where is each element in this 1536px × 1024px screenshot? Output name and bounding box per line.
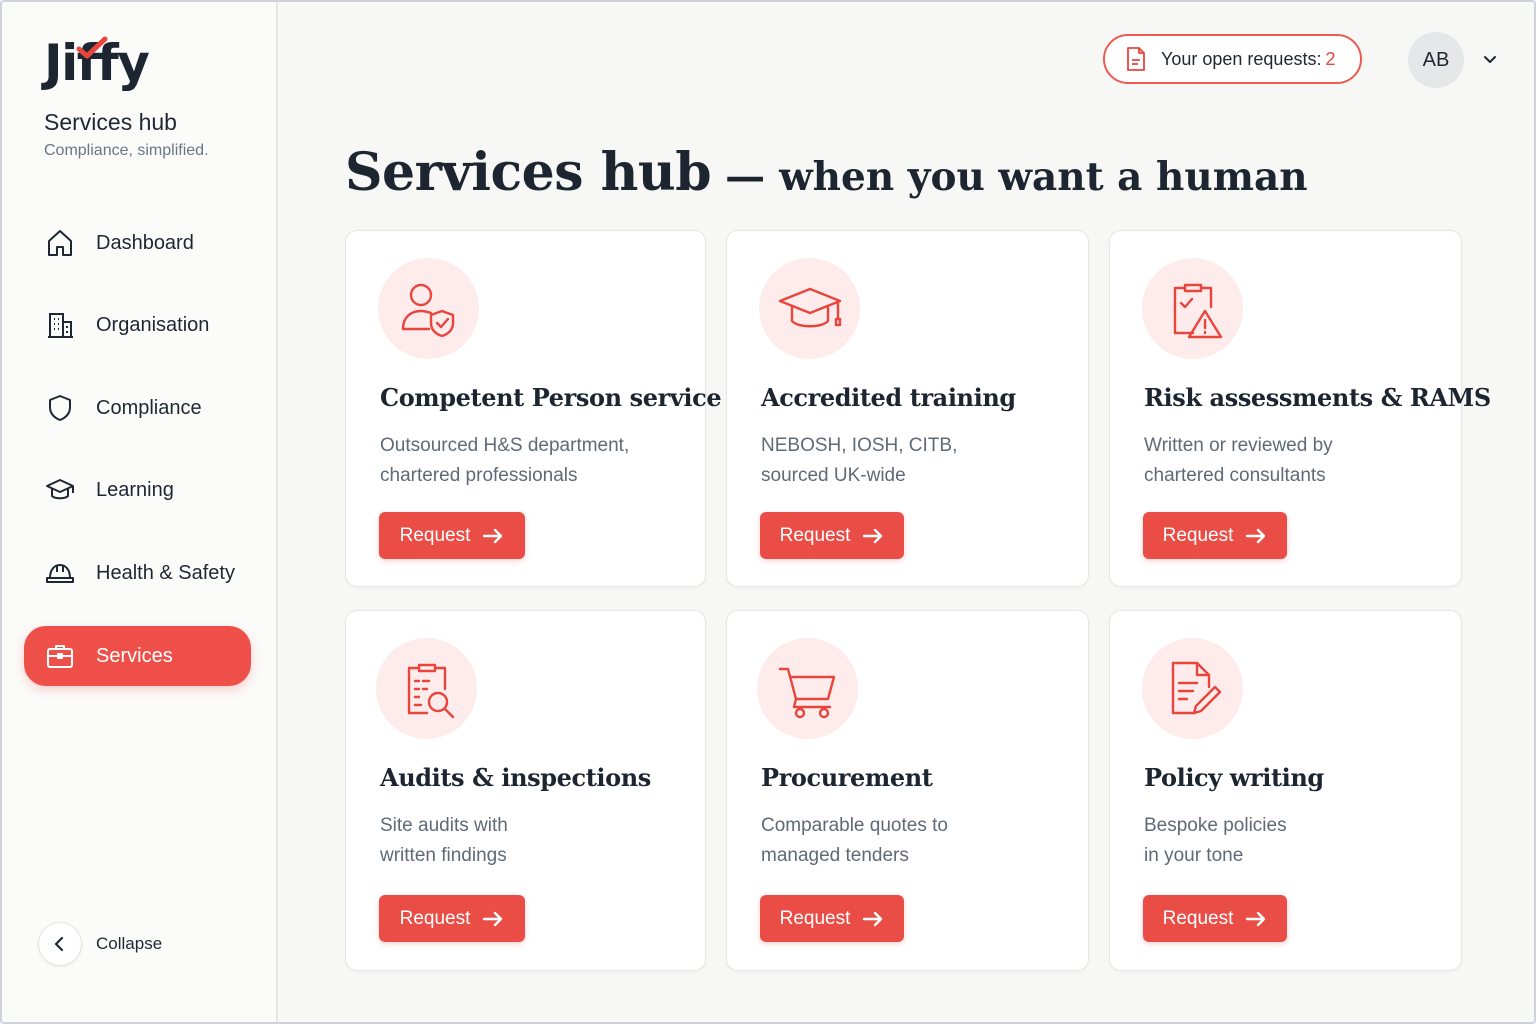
logo-check-icon: [76, 36, 108, 59]
sidebar-item-organisation[interactable]: Organisation: [24, 295, 251, 355]
service-card-policy-writing: Policy writing Bespoke policies in your …: [1109, 610, 1462, 971]
sidebar-item-label: Compliance: [96, 396, 202, 419]
card-description: Bespoke policies in your tone: [1144, 811, 1287, 871]
request-button-label: Request: [399, 907, 471, 929]
card-description: Comparable quotes to managed tenders: [761, 811, 948, 871]
card-description-line: sourced UK-wide: [761, 465, 906, 486]
collapse-sidebar[interactable]: Collapse: [38, 922, 162, 966]
card-description: Site audits with written findings: [380, 811, 508, 871]
open-requests-count: 2: [1325, 48, 1336, 69]
brand-tagline: Compliance, simplified.: [44, 142, 209, 159]
arrow-right-icon: [862, 911, 884, 927]
request-button-label: Request: [779, 524, 851, 546]
brand-subtitle: Services hub: [44, 109, 177, 135]
card-description: Written or reviewed by chartered consult…: [1144, 431, 1333, 491]
app-window: Jiffy Services hub Compliance, simplifie…: [0, 0, 1536, 1024]
person-shield-icon: [378, 258, 479, 359]
card-description-line: chartered professionals: [380, 465, 578, 486]
service-card-procurement: Procurement Comparable quotes to managed…: [726, 610, 1089, 971]
card-title: Competent Person service: [380, 383, 722, 412]
open-requests-label: Your open requests:: [1161, 48, 1322, 69]
home-icon: [24, 228, 96, 258]
building-icon: [24, 310, 96, 340]
card-title: Procurement: [761, 763, 933, 792]
request-button-label: Request: [399, 524, 471, 546]
document-pen-icon: [1142, 638, 1243, 739]
card-title: Risk assessments & RAMS: [1144, 383, 1491, 412]
card-description-line: Outsourced H&S department,: [380, 435, 630, 456]
open-requests-button[interactable]: Your open requests: 2: [1103, 34, 1362, 84]
card-description: NEBOSH, IOSH, CITB, sourced UK-wide: [761, 431, 957, 491]
collapse-label: Collapse: [96, 934, 163, 953]
arrow-right-icon: [482, 911, 504, 927]
sidebar: Jiffy Services hub Compliance, simplifie…: [2, 2, 278, 1022]
avatar[interactable]: AB: [1408, 32, 1464, 88]
card-title: Audits & inspections: [380, 763, 651, 792]
card-description-line: Comparable quotes to: [761, 815, 948, 836]
request-button[interactable]: Request: [379, 512, 525, 559]
service-card-audits: Audits & inspections Site audits with wr…: [345, 610, 706, 971]
page-title-subtitle: when you want a human: [779, 154, 1308, 200]
arrow-right-icon: [862, 528, 884, 544]
card-description-line: chartered consultants: [1144, 465, 1326, 486]
card-description-line: managed tenders: [761, 845, 909, 866]
card-title: Policy writing: [1144, 763, 1324, 792]
page-title: Services hub — when you want a human: [345, 142, 1308, 203]
request-button[interactable]: Request: [1143, 512, 1287, 559]
collapse-button[interactable]: [38, 922, 82, 966]
shopping-cart-icon: [757, 638, 858, 739]
card-description-line: NEBOSH, IOSH, CITB,: [761, 435, 958, 456]
sidebar-item-label: Organisation: [96, 313, 210, 336]
chevron-down-icon[interactable]: [1481, 50, 1499, 68]
sidebar-item-label: Learning: [96, 478, 174, 501]
arrow-right-icon: [1245, 528, 1267, 544]
arrow-right-icon: [482, 528, 504, 544]
sidebar-item-label: Dashboard: [96, 231, 194, 254]
service-card-risk-assessments: Risk assessments & RAMS Written or revie…: [1109, 230, 1491, 587]
graduation-cap-icon: [759, 258, 860, 359]
request-button[interactable]: Request: [1143, 895, 1287, 942]
page-title-main: Services hub: [345, 142, 712, 203]
chevron-left-icon: [54, 936, 64, 952]
page-title-dash: —: [725, 153, 766, 200]
card-description: Outsourced H&S department, chartered pro…: [380, 431, 629, 491]
card-title: Accredited training: [761, 383, 1016, 412]
request-button[interactable]: Request: [760, 895, 904, 942]
request-button-label: Request: [1162, 907, 1234, 929]
arrow-right-icon: [1245, 911, 1267, 927]
clipboard-warning-icon: [1142, 258, 1243, 359]
request-button-label: Request: [1162, 524, 1234, 546]
clipboard-search-icon: [376, 638, 477, 739]
service-card-competent-person: Competent Person service Outsourced H&S …: [345, 230, 722, 587]
sidebar-item-label: Health & Safety: [96, 561, 235, 584]
document-icon: [1127, 47, 1145, 71]
graduation-cap-icon: [24, 475, 96, 505]
card-description-line: Written or reviewed by: [1144, 435, 1333, 456]
sidebar-item-label: Services: [96, 644, 173, 667]
sidebar-item-health-safety[interactable]: Health & Safety: [24, 543, 251, 603]
card-description-line: Site audits with: [380, 815, 508, 836]
hard-hat-icon: [24, 558, 96, 588]
card-description-line: Bespoke policies: [1144, 815, 1287, 836]
shield-icon: [24, 393, 96, 423]
card-description-line: written findings: [380, 845, 507, 866]
request-button[interactable]: Request: [760, 512, 904, 559]
briefcase-icon: [24, 641, 96, 671]
sidebar-item-dashboard[interactable]: Dashboard: [24, 213, 251, 273]
request-button-label: Request: [779, 907, 851, 929]
service-card-accredited-training: Accredited training NEBOSH, IOSH, CITB, …: [726, 230, 1089, 587]
sidebar-item-learning[interactable]: Learning: [24, 460, 251, 520]
sidebar-item-services[interactable]: Services: [24, 626, 251, 686]
card-description-line: in your tone: [1144, 845, 1244, 866]
sidebar-item-compliance[interactable]: Compliance: [24, 378, 251, 438]
request-button[interactable]: Request: [379, 895, 525, 942]
